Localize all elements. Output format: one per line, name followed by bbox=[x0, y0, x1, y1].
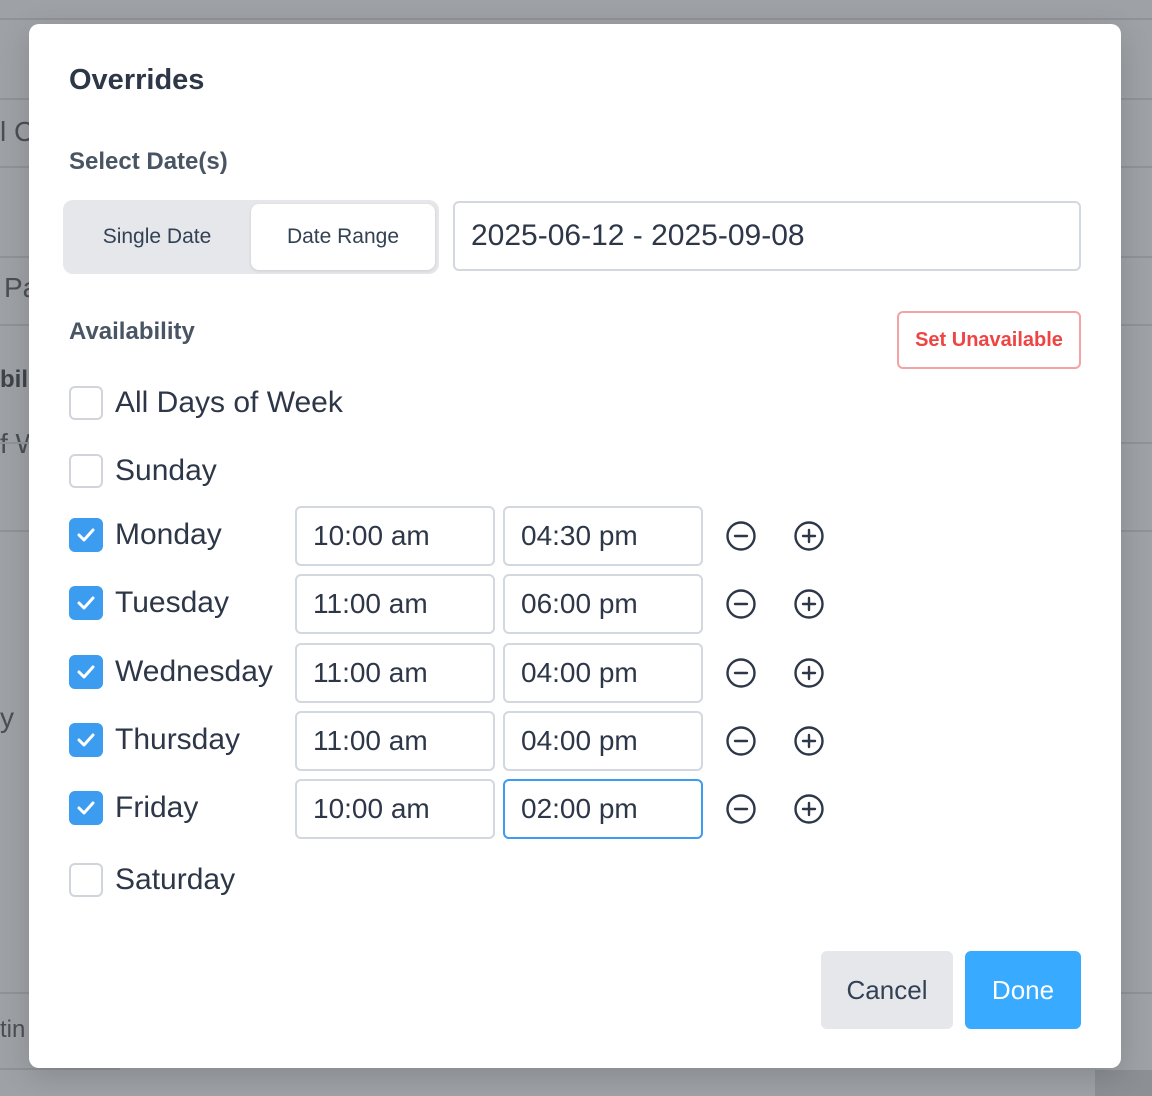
end-time-input[interactable] bbox=[503, 643, 703, 703]
done-button[interactable]: Done bbox=[965, 951, 1081, 1029]
single-date-option[interactable]: Single Date bbox=[67, 204, 247, 270]
background-text: bil bbox=[0, 366, 28, 393]
background-text: tin bbox=[0, 1016, 26, 1043]
minus-circle-icon[interactable] bbox=[725, 588, 757, 620]
day-label: Saturday bbox=[115, 863, 236, 896]
minus-circle-icon[interactable] bbox=[725, 793, 757, 825]
overrides-modal: Overrides Select Date(s) Single Date Dat… bbox=[29, 24, 1121, 1068]
day-label: Wednesday bbox=[115, 655, 273, 688]
start-time-input[interactable] bbox=[295, 779, 495, 839]
day-row-sunday: Sunday bbox=[69, 442, 869, 502]
plus-circle-icon[interactable] bbox=[793, 793, 825, 825]
plus-circle-icon[interactable] bbox=[793, 588, 825, 620]
end-time-input[interactable] bbox=[503, 574, 703, 634]
background-text: y bbox=[0, 702, 14, 733]
modal-title: Overrides bbox=[69, 64, 205, 96]
day-row-monday: Monday bbox=[69, 506, 869, 566]
day-label: Friday bbox=[115, 791, 199, 824]
select-dates-label: Select Date(s) bbox=[69, 148, 228, 175]
date-mode-toggle: Single Date Date Range bbox=[63, 200, 439, 274]
day-label: Sunday bbox=[115, 454, 217, 487]
day-label: Thursday bbox=[115, 723, 241, 756]
check-icon bbox=[77, 596, 95, 610]
minus-circle-icon[interactable] bbox=[725, 725, 757, 757]
check-icon bbox=[77, 665, 95, 679]
end-time-input[interactable] bbox=[503, 779, 703, 839]
set-unavailable-button[interactable]: Set Unavailable bbox=[897, 311, 1081, 369]
availability-label: Availability bbox=[69, 318, 195, 345]
monday-checkbox[interactable] bbox=[69, 518, 103, 552]
plus-circle-icon[interactable] bbox=[793, 520, 825, 552]
date-range-input[interactable] bbox=[453, 201, 1081, 271]
minus-circle-icon[interactable] bbox=[725, 657, 757, 689]
friday-checkbox[interactable] bbox=[69, 791, 103, 825]
all-days-row: All Days of Week bbox=[69, 374, 869, 434]
plus-circle-icon[interactable] bbox=[793, 725, 825, 757]
plus-circle-icon[interactable] bbox=[793, 657, 825, 689]
day-row-friday: Friday bbox=[69, 779, 869, 839]
day-label: Tuesday bbox=[115, 586, 229, 619]
cancel-button[interactable]: Cancel bbox=[821, 951, 953, 1029]
wednesday-checkbox[interactable] bbox=[69, 655, 103, 689]
all-days-label: All Days of Week bbox=[115, 386, 343, 419]
check-icon bbox=[77, 528, 95, 542]
background-block bbox=[1095, 1070, 1152, 1096]
check-icon bbox=[77, 733, 95, 747]
day-row-wednesday: Wednesday bbox=[69, 643, 869, 703]
day-label: Monday bbox=[115, 518, 222, 551]
day-row-saturday: Saturday bbox=[69, 851, 869, 911]
start-time-input[interactable] bbox=[295, 506, 495, 566]
start-time-input[interactable] bbox=[295, 711, 495, 771]
saturday-checkbox[interactable] bbox=[69, 863, 103, 897]
start-time-input[interactable] bbox=[295, 574, 495, 634]
all-days-checkbox[interactable] bbox=[69, 386, 103, 420]
background-divider bbox=[0, 1068, 120, 1070]
tuesday-checkbox[interactable] bbox=[69, 586, 103, 620]
date-range-option[interactable]: Date Range bbox=[251, 204, 435, 270]
day-row-thursday: Thursday bbox=[69, 711, 869, 771]
start-time-input[interactable] bbox=[295, 643, 495, 703]
day-row-tuesday: Tuesday bbox=[69, 574, 869, 634]
minus-circle-icon[interactable] bbox=[725, 520, 757, 552]
sunday-checkbox[interactable] bbox=[69, 454, 103, 488]
background-divider bbox=[0, 18, 1152, 20]
check-icon bbox=[77, 801, 95, 815]
end-time-input[interactable] bbox=[503, 506, 703, 566]
thursday-checkbox[interactable] bbox=[69, 723, 103, 757]
end-time-input[interactable] bbox=[503, 711, 703, 771]
